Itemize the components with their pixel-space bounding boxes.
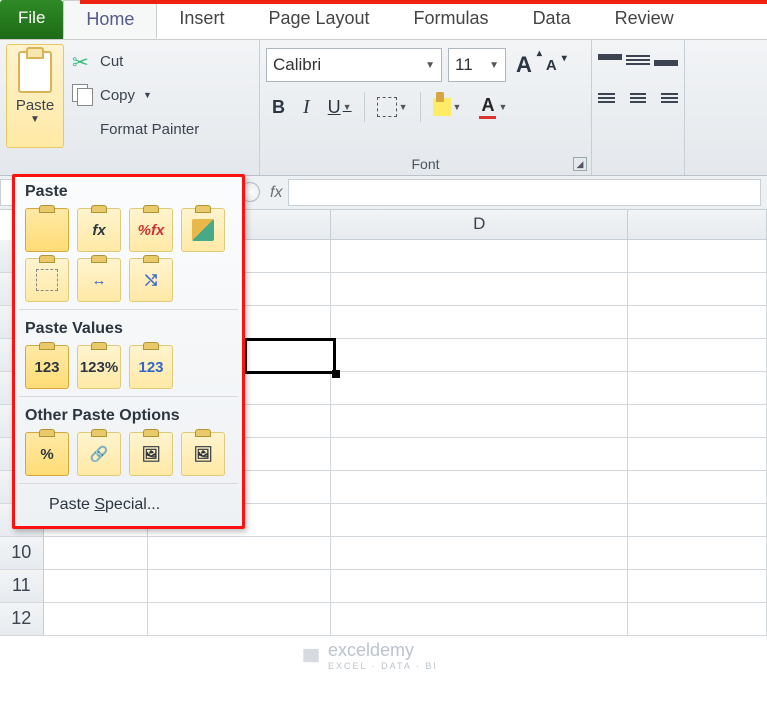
group-clipboard: Paste ▼ ✂ Cut Copy ▼ Format Painter	[0, 40, 260, 175]
watermark-tag: EXCEL · DATA · BI	[328, 661, 438, 671]
fill-handle[interactable]	[332, 370, 340, 378]
align-top-button[interactable]	[598, 50, 622, 70]
paste-col-widths-icon[interactable]: ↔	[77, 258, 121, 302]
group-font-label: Font	[260, 153, 591, 175]
tab-insert[interactable]: Insert	[157, 0, 246, 39]
chevron-down-icon[interactable]: ▼	[419, 60, 435, 71]
paste-all-icon[interactable]	[25, 208, 69, 252]
paste-formulas-icon[interactable]: fx	[77, 208, 121, 252]
italic-button[interactable]: I	[297, 92, 316, 123]
paste-section-header: Paste	[15, 177, 242, 205]
align-middle-button[interactable]	[626, 50, 650, 70]
ribbon: Paste ▼ ✂ Cut Copy ▼ Format Painter	[0, 40, 767, 176]
copy-label: Copy	[100, 87, 135, 104]
chevron-down-icon[interactable]: ▼	[483, 60, 499, 71]
chevron-down-icon[interactable]: ▼	[30, 114, 40, 125]
row-header-12[interactable]: 12	[0, 603, 44, 635]
align-left-button[interactable]	[598, 88, 622, 108]
shrink-font-button[interactable]: A▾	[542, 55, 561, 76]
paste-keep-source-icon[interactable]	[181, 208, 225, 252]
format-painter-label: Format Painter	[100, 121, 199, 138]
cut-label: Cut	[100, 53, 123, 70]
cut-button[interactable]: ✂ Cut	[68, 46, 203, 76]
active-cell[interactable]	[244, 338, 336, 374]
brush-icon	[192, 219, 214, 241]
watermark: exceldemy EXCEL · DATA · BI	[300, 640, 438, 671]
format-painter-button[interactable]: Format Painter	[68, 114, 203, 144]
chevron-down-icon[interactable]: ▼	[143, 90, 152, 100]
tab-data[interactable]: Data	[511, 0, 593, 39]
tab-file[interactable]: File	[0, 0, 63, 39]
paste-linked-picture-icon[interactable]: 🖼	[181, 432, 225, 476]
clipboard-icon	[18, 51, 52, 93]
align-center-button[interactable]	[626, 88, 650, 108]
paste-button[interactable]: Paste ▼	[6, 44, 64, 148]
font-name-value: Calibri	[273, 55, 321, 75]
fill-icon	[433, 98, 451, 116]
paste-values-source-icon[interactable]: 123	[129, 345, 173, 389]
paste-values-section-header: Paste Values	[15, 314, 242, 342]
tab-home[interactable]: Home	[63, 0, 157, 39]
ribbon-tabs: File Home Insert Page Layout Formulas Da…	[0, 0, 767, 40]
font-size-combo[interactable]: 11 ▼	[448, 48, 506, 82]
border-icon	[377, 97, 397, 117]
paste-values-numfmt-icon[interactable]: 123%	[77, 345, 121, 389]
formula-bar[interactable]	[288, 179, 761, 206]
paste-transpose-icon[interactable]: ⤭	[129, 258, 173, 302]
paste-formatting-icon[interactable]: %	[25, 432, 69, 476]
row-header-10[interactable]: 10	[0, 537, 44, 569]
tab-review[interactable]: Review	[593, 0, 696, 39]
watermark-name: exceldemy	[328, 640, 414, 660]
underline-button[interactable]: U▼	[322, 93, 358, 122]
align-bottom-button[interactable]	[654, 50, 678, 70]
fx-icon[interactable]: fx	[270, 184, 282, 202]
paste-formulas-numfmt-icon[interactable]: %fx	[129, 208, 173, 252]
paste-label: Paste	[16, 97, 54, 114]
font-name-combo[interactable]: Calibri ▼	[266, 48, 442, 82]
borders-button[interactable]: ▼	[371, 93, 414, 121]
font-size-value: 11	[455, 55, 473, 75]
font-color-icon: A	[479, 95, 496, 119]
fill-color-button[interactable]: ▼	[427, 94, 468, 120]
grow-font-button[interactable]: A▴	[512, 50, 536, 80]
paste-link-icon[interactable]: 🔗	[77, 432, 121, 476]
col-header-e[interactable]	[628, 210, 767, 239]
paste-special-item[interactable]: Paste Special...	[15, 488, 242, 522]
paste-dropdown-panel: Paste fx %fx ↔ ⤭ Paste Values 123 123% 1…	[12, 174, 245, 529]
tab-page-layout[interactable]: Page Layout	[246, 0, 391, 39]
col-header-d[interactable]: D	[331, 210, 628, 239]
paste-no-borders-icon[interactable]	[25, 258, 69, 302]
bold-button[interactable]: B	[266, 93, 291, 122]
dialog-launcher-font[interactable]: ◢	[573, 157, 587, 171]
group-alignment	[592, 40, 685, 175]
watermark-icon	[300, 645, 322, 667]
paste-picture-icon[interactable]: 🖼	[129, 432, 173, 476]
other-paste-section-header: Other Paste Options	[15, 401, 242, 429]
group-font: Calibri ▼ 11 ▼ A▴ A▾ B I U▼ ▼ ▼ A▼ Font ◢	[260, 40, 592, 175]
copy-button[interactable]: Copy ▼	[68, 80, 203, 110]
font-color-button[interactable]: A▼	[473, 91, 513, 123]
row-header-11[interactable]: 11	[0, 570, 44, 602]
scissors-icon: ✂	[72, 50, 94, 72]
tab-formulas[interactable]: Formulas	[392, 0, 511, 39]
align-right-button[interactable]	[654, 88, 678, 108]
paste-values-icon[interactable]: 123	[25, 345, 69, 389]
